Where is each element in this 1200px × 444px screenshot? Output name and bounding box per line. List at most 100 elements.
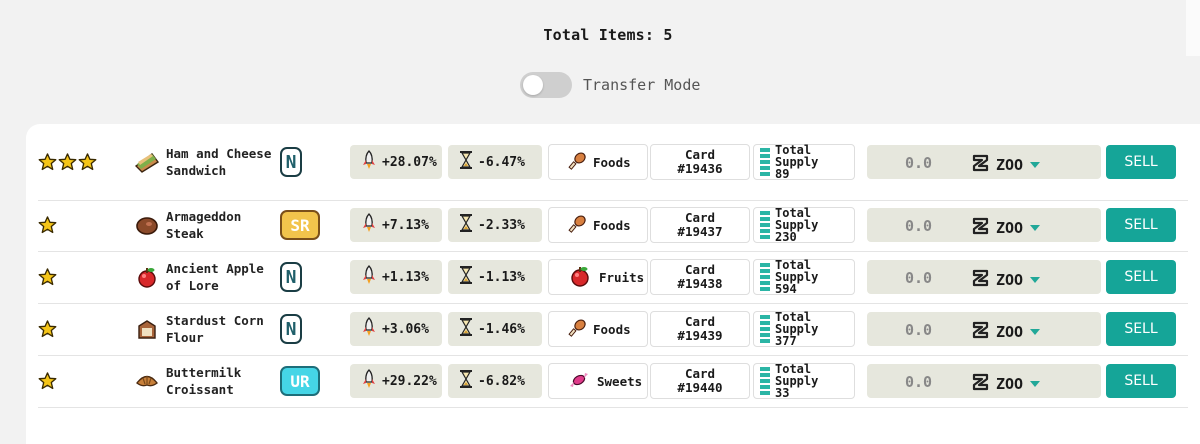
- supply-value: 89: [775, 167, 790, 181]
- boost-value: +28.07%: [382, 154, 437, 170]
- star-rating: [38, 153, 97, 172]
- item-name: Stardust Corn Flour: [166, 313, 264, 345]
- supply-bars-icon: [760, 367, 770, 395]
- rarity-badge: N: [280, 262, 302, 292]
- time-value: -6.47%: [478, 154, 525, 170]
- total-supply-box: Total Supply 89: [753, 144, 855, 180]
- category-tag: Sweets: [548, 363, 648, 399]
- apple-icon: [549, 264, 599, 291]
- currency-label: ZOO: [996, 271, 1024, 289]
- currency-select[interactable]: ZOO: [972, 217, 1041, 239]
- category-tag: Fruits: [548, 259, 648, 295]
- card-label: Card: [684, 147, 716, 162]
- star-icon: [78, 153, 97, 172]
- supply-bars-icon: [760, 263, 770, 291]
- category-label: Foods: [593, 217, 631, 233]
- currency-select[interactable]: ZOO: [972, 154, 1041, 176]
- hourglass-icon: [448, 369, 478, 393]
- total-supply-box: Total Supply 594: [753, 259, 855, 295]
- croissant-icon: [134, 369, 160, 393]
- time-stat: -1.46%: [448, 312, 542, 346]
- time-stat: -1.13%: [448, 260, 542, 294]
- boost-value: +1.13%: [382, 269, 429, 285]
- boost-stat: +28.07%: [350, 145, 442, 179]
- hourglass-icon: [448, 317, 478, 341]
- boost-value: +29.22%: [382, 373, 437, 389]
- sell-button[interactable]: SELL: [1106, 364, 1176, 398]
- price-input[interactable]: 0.0: [905, 373, 932, 391]
- category-label: Foods: [593, 321, 631, 337]
- item-name: Armageddon Steak: [166, 209, 242, 241]
- item-row: Armageddon Steak SR +7.13% -2.33% Foods Card #…: [38, 199, 1188, 252]
- currency-select[interactable]: ZOO: [972, 373, 1041, 395]
- currency-select[interactable]: ZOO: [972, 269, 1041, 291]
- zoo-token-icon: [972, 321, 996, 343]
- card-label: Card: [684, 314, 716, 329]
- star-rating: [38, 216, 57, 235]
- hourglass-icon: [448, 265, 478, 289]
- time-stat: -2.33%: [448, 208, 542, 242]
- chevron-down-icon: [1030, 225, 1041, 231]
- zoo-token-icon: [972, 373, 996, 395]
- sell-button[interactable]: SELL: [1106, 208, 1176, 242]
- transfer-mode-label: Transfer Mode: [583, 76, 701, 94]
- item-name: Ham and Cheese Sandwich: [166, 146, 272, 178]
- card-number: #19438: [677, 276, 723, 291]
- apple-icon: [134, 265, 160, 289]
- item-row: Ancient Apple of Lore N +1.13% -1.13% Fruits…: [38, 251, 1188, 304]
- price-input[interactable]: 0.0: [905, 269, 932, 287]
- item-row: Ham and Cheese Sandwich N +28.07% -6.47% Foo…: [38, 124, 1188, 201]
- currency-select[interactable]: ZOO: [972, 321, 1041, 343]
- category-label: Foods: [593, 154, 631, 170]
- supply-label: Total Supply: [775, 362, 819, 388]
- price-field[interactable]: 0.0 ZOO: [867, 208, 1101, 242]
- category-label: Fruits: [599, 269, 645, 285]
- rarity-badge: N: [280, 147, 302, 177]
- price-input[interactable]: 0.0: [905, 154, 932, 172]
- total-supply-box: Total Supply 377: [753, 311, 855, 347]
- zoo-token-icon: [972, 269, 996, 291]
- currency-label: ZOO: [996, 156, 1024, 174]
- price-field[interactable]: 0.0 ZOO: [867, 145, 1101, 179]
- time-stat: -6.47%: [448, 145, 542, 179]
- supply-bars-icon: [760, 148, 770, 176]
- hourglass-icon: [448, 213, 478, 237]
- price-input[interactable]: 0.0: [905, 217, 932, 235]
- boost-value: +3.06%: [382, 321, 429, 337]
- star-icon: [38, 153, 57, 172]
- total-items-label: Total Items: 5: [543, 26, 673, 44]
- boost-stat: +7.13%: [350, 208, 442, 242]
- flour-sack-icon: [134, 317, 160, 341]
- time-value: -1.46%: [478, 321, 525, 337]
- rarity-badge: SR: [280, 210, 320, 240]
- sell-button[interactable]: SELL: [1106, 312, 1176, 346]
- toggle-knob: [523, 75, 543, 95]
- hourglass-icon: [448, 150, 478, 174]
- card-number-box: Card #19440: [650, 363, 750, 399]
- inventory-panel: Ham and Cheese Sandwich N +28.07% -6.47% Foo…: [26, 124, 1200, 444]
- total-supply-box: Total Supply 230: [753, 207, 855, 243]
- price-field[interactable]: 0.0 ZOO: [867, 260, 1101, 294]
- currency-label: ZOO: [996, 219, 1024, 237]
- star-icon: [38, 216, 57, 235]
- price-field[interactable]: 0.0 ZOO: [867, 364, 1101, 398]
- drumstick-icon: [549, 214, 593, 237]
- boost-stat: +3.06%: [350, 312, 442, 346]
- star-rating: [38, 320, 57, 339]
- star-rating: [38, 372, 57, 391]
- item-name: Ancient Apple of Lore: [166, 261, 264, 293]
- card-number-box: Card #19438: [650, 259, 750, 295]
- rocket-icon: [350, 369, 382, 393]
- price-input[interactable]: 0.0: [905, 321, 932, 339]
- item-row: Buttermilk Croissant UR +29.22% -6.82% Sweet…: [38, 355, 1188, 408]
- supply-value: 594: [775, 282, 797, 296]
- chevron-down-icon: [1030, 381, 1041, 387]
- sell-button[interactable]: SELL: [1106, 145, 1176, 179]
- supply-label: Total Supply: [775, 310, 819, 336]
- price-field[interactable]: 0.0 ZOO: [867, 312, 1101, 346]
- boost-value: +7.13%: [382, 217, 429, 233]
- sell-button[interactable]: SELL: [1106, 260, 1176, 294]
- transfer-mode-toggle[interactable]: [520, 72, 572, 98]
- candy-icon: [549, 370, 597, 393]
- star-icon: [38, 372, 57, 391]
